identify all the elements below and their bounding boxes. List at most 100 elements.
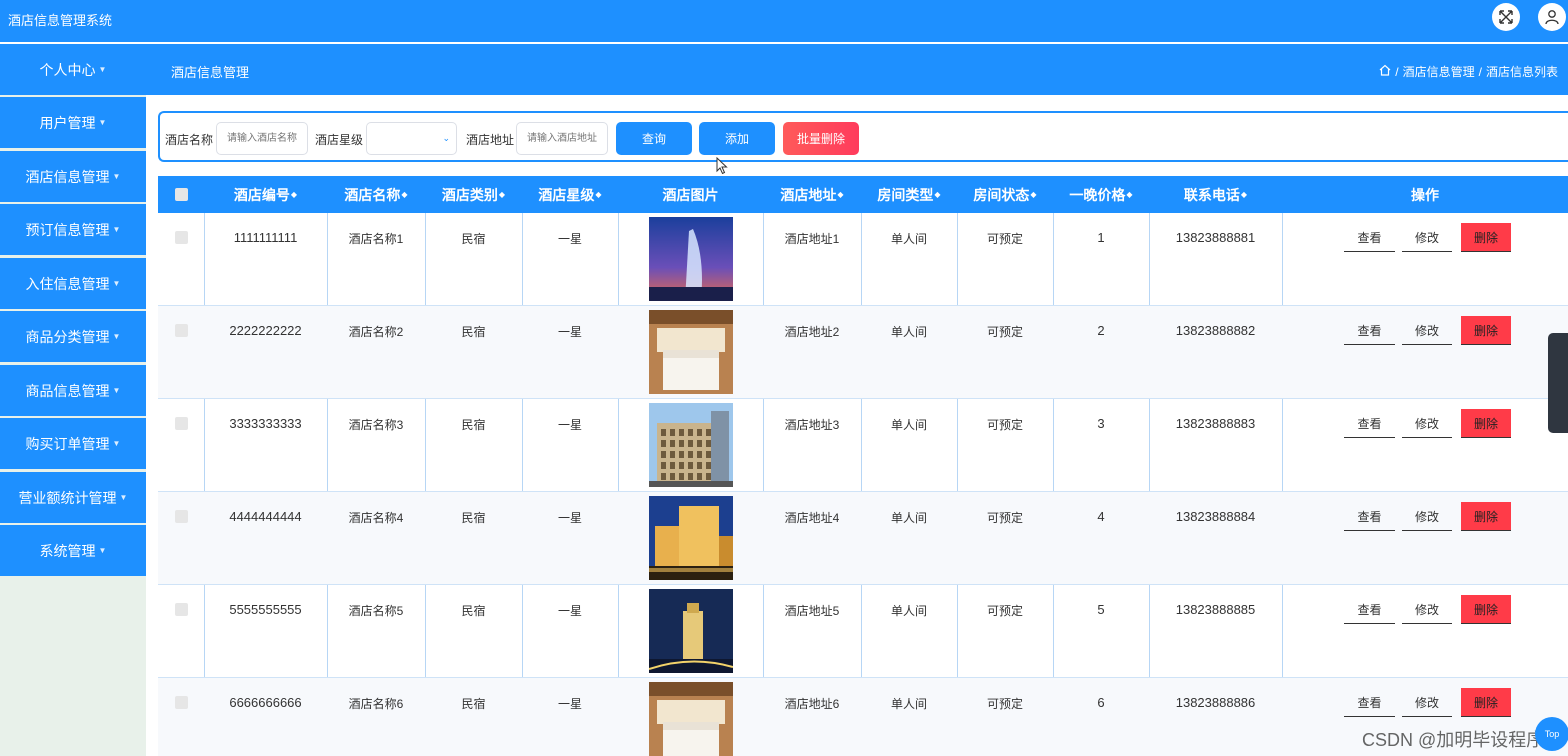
column-header[interactable]: 酒店名称 ◆ [327,176,425,213]
hotel-category: 民宿 [461,418,486,432]
row-checkbox[interactable] [174,510,188,523]
watermark: CSDN @加明毕设程序 [1362,730,1545,750]
table-row: 2222222222 酒店名称2 民宿 一星 酒店地址2 单人间 可预定 2 138238888… [158,306,1568,399]
sidebar-item-label: 商品信息管理 [25,382,110,399]
column-header[interactable]: 房间状态 ◆ [957,176,1053,213]
hotel-address-input[interactable] [516,122,608,155]
back-to-top-button[interactable]: Top [1535,717,1568,751]
side-drawer-handle[interactable] [1548,333,1568,433]
room-status: 可预定 [986,604,1023,618]
column-header[interactable]: 房间类型 ◆ [861,176,957,213]
add-button[interactable]: 添加 [699,122,775,155]
sort-icon[interactable]: ◆ [837,190,843,199]
row-checkbox[interactable] [174,603,188,616]
room-status: 可预定 [986,325,1023,339]
hotel-id: 4444444444 [229,509,302,524]
delete-button[interactable]: 删除 [1461,688,1511,717]
hotel-star: 一星 [557,604,582,618]
row-checkbox[interactable] [174,324,188,337]
view-button[interactable]: 查看 [1344,688,1395,717]
column-header[interactable]: 酒店类别 ◆ [425,176,522,213]
row-checkbox[interactable] [174,231,188,244]
edit-button[interactable]: 修改 [1402,223,1452,252]
sidebar-item[interactable]: 入住信息管理 ▼ [0,258,146,309]
table-row: 3333333333 酒店名称3 民宿 一星 酒店地址3 单人间 可预定 3 138238888… [158,399,1568,492]
edit-button[interactable]: 修改 [1402,688,1452,717]
view-button[interactable]: 查看 [1344,595,1395,624]
sort-icon[interactable]: ◆ [1126,190,1132,199]
column-header: 酒店图片 [662,186,719,203]
hotel-name: 酒店名称2 [348,325,404,339]
hotel-star: 一星 [557,418,582,432]
query-button[interactable]: 查询 [616,122,692,155]
delete-button[interactable]: 删除 [1461,502,1511,531]
sort-icon[interactable]: ◆ [291,190,297,199]
hotel-star-select[interactable]: ⌄ [366,122,457,155]
sidebar-item[interactable]: 购买订单管理 ▼ [0,418,146,469]
table-row: 1111111111 酒店名称1 民宿 一星 酒店地址1 单人间 可预定 1 138238888… [158,213,1568,306]
sort-icon[interactable]: ◆ [1030,190,1036,199]
fullscreen-icon[interactable] [1492,3,1520,31]
sidebar-item[interactable]: 用户管理 ▼ [0,97,146,148]
sort-icon[interactable]: ◆ [401,190,407,199]
hotel-name: 酒店名称6 [348,697,404,711]
top-bar: 酒店信息管理系统 [0,0,1568,42]
caret-down-icon: ▼ [112,279,121,288]
hotel-star: 一星 [557,697,582,711]
column-header[interactable]: 一晚价格 ◆ [1053,176,1149,213]
hotel-name-input[interactable] [216,122,308,155]
sidebar-item[interactable]: 预订信息管理 ▼ [0,204,146,255]
sidebar: 个人中心 ▼ 用户管理 ▼ 酒店信息管理 ▼ 预订信息管理 ▼ 入住信息管理 ▼ 商品分类管理 ▼ 商品… [0,44,146,756]
column-header[interactable]: 酒店地址 ◆ [763,176,861,213]
view-button[interactable]: 查看 [1344,316,1395,345]
delete-button[interactable]: 删除 [1461,409,1511,438]
hotel-image [648,496,733,580]
select-all-checkbox[interactable] [158,176,204,213]
column-header[interactable]: 联系电话 ◆ [1149,176,1282,213]
sort-icon[interactable]: ◆ [934,190,940,199]
sidebar-item-label: 营业额统计管理 [18,489,117,506]
price-per-night: 3 [1097,416,1105,431]
delete-button[interactable]: 删除 [1461,595,1511,624]
sidebar-item[interactable]: 系统管理 ▼ [0,525,146,576]
edit-button[interactable]: 修改 [1402,502,1452,531]
hotel-image [648,217,733,301]
sidebar-item[interactable]: 营业额统计管理 ▼ [0,472,146,523]
contact-phone: 13823888883 [1175,416,1256,431]
sidebar-item-label: 系统管理 [39,542,96,559]
sidebar-item[interactable]: 个人中心 ▼ [0,44,146,95]
edit-button[interactable]: 修改 [1402,316,1452,345]
sort-icon[interactable]: ◆ [499,190,505,199]
column-header[interactable]: 酒店编号 ◆ [204,176,327,213]
home-icon[interactable] [1379,64,1391,79]
sidebar-item[interactable]: 商品信息管理 ▼ [0,365,146,416]
edit-button[interactable]: 修改 [1402,409,1452,438]
hotel-id: 6666666666 [229,695,302,710]
table-header: 酒店编号 ◆ 酒店名称 ◆ 酒店类别 ◆ 酒店星级 ◆ 酒店图片 酒店地址 ◆ 房间类型 ◆ 房间状态 ◆ 一… [158,176,1568,213]
batch-delete-button[interactable]: 批量删除 [783,122,859,155]
hotel-address-label: 酒店地址 [466,133,515,147]
view-button[interactable]: 查看 [1344,409,1395,438]
caret-down-icon: ▼ [98,118,107,127]
breadcrumb-item[interactable]: 酒店信息管理 [1403,63,1475,80]
delete-button[interactable]: 删除 [1461,223,1511,252]
sidebar-item[interactable]: 酒店信息管理 ▼ [0,151,146,202]
sidebar-item-label: 用户管理 [39,114,96,131]
edit-button[interactable]: 修改 [1402,595,1452,624]
row-checkbox[interactable] [174,696,188,709]
user-icon[interactable] [1538,3,1566,31]
column-header: 操作 [1411,186,1439,203]
caret-down-icon: ▼ [112,332,121,341]
sidebar-item[interactable]: 商品分类管理 ▼ [0,311,146,362]
sidebar-item-label: 酒店信息管理 [25,168,110,185]
column-header[interactable]: 酒店星级 ◆ [522,176,618,213]
hotel-name: 酒店名称5 [348,604,404,618]
row-checkbox[interactable] [174,417,188,430]
chevron-down-icon: ⌄ [442,133,450,143]
view-button[interactable]: 查看 [1344,223,1395,252]
hotel-id: 1111111111 [233,230,298,245]
view-button[interactable]: 查看 [1344,502,1395,531]
delete-button[interactable]: 删除 [1461,316,1511,345]
sort-icon[interactable]: ◆ [595,190,601,199]
sort-icon[interactable]: ◆ [1241,190,1247,199]
